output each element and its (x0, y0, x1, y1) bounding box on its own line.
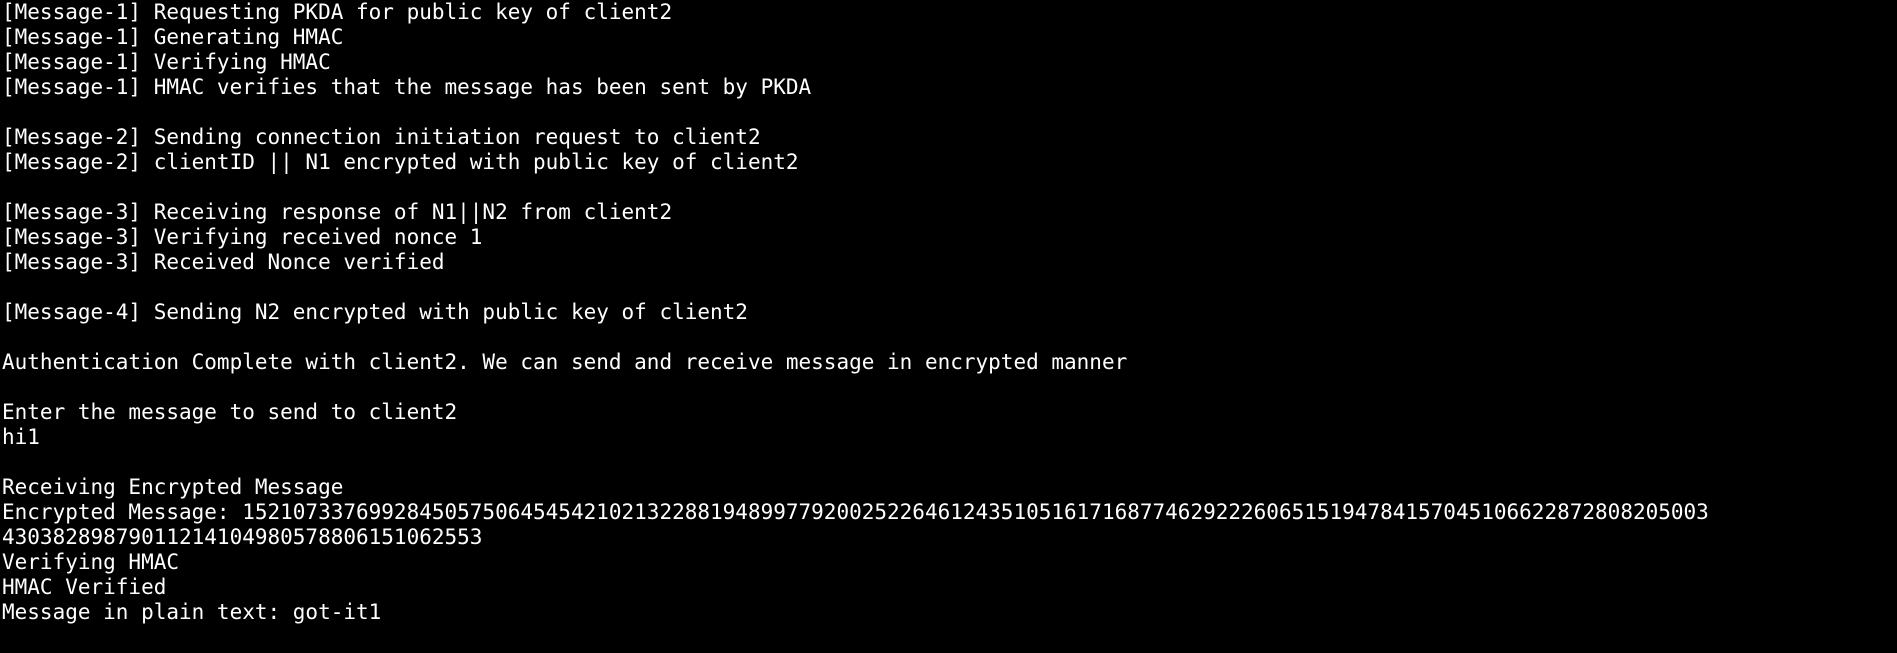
receiving-status-line: Receiving Encrypted Message (2, 475, 344, 499)
plain-text-message-line: Message in plain text: got-it1 (2, 600, 382, 624)
encrypted-message-continuation-line: 4303828987901121410498057880615106255З (2, 525, 483, 549)
output-line-6: [Message-2] Sending connection initiatio… (2, 125, 761, 149)
output-line-1: [Message-1] Requesting PKDA for public k… (2, 0, 673, 24)
authentication-status-line: Authentication Complete with client2. We… (2, 350, 1128, 374)
hmac-verified-line: HMAC Verified (2, 575, 167, 599)
output-line-11: [Message-3] Received Nonce verified (2, 250, 445, 274)
output-line-3: [Message-1] Verifying HMAC (2, 50, 331, 74)
output-line-13: [Message-4] Sending N2 encrypted with pu… (2, 300, 748, 324)
terminal-window[interactable]: [Message-1] Requesting PKDA for public k… (0, 0, 1897, 653)
hmac-verifying-line: Verifying HMAC (2, 550, 180, 574)
output-line-2: [Message-1] Generating HMAC (2, 25, 344, 49)
input-prompt-line: Enter the message to send to client2 (2, 400, 458, 424)
output-line-10: [Message-3] Verifying received nonce 1 (2, 225, 483, 249)
output-line-9: [Message-3] Receiving response of N1||N2… (2, 200, 673, 224)
output-line-7: [Message-2] clientID || N1 encrypted wit… (2, 150, 799, 174)
output-line-4: [Message-1] HMAC verifies that the messa… (2, 75, 812, 99)
user-input-line[interactable]: hi1 (0, 425, 1897, 450)
encrypted-message-line: Encrypted Message: 152107337699284505750… (2, 500, 1709, 524)
